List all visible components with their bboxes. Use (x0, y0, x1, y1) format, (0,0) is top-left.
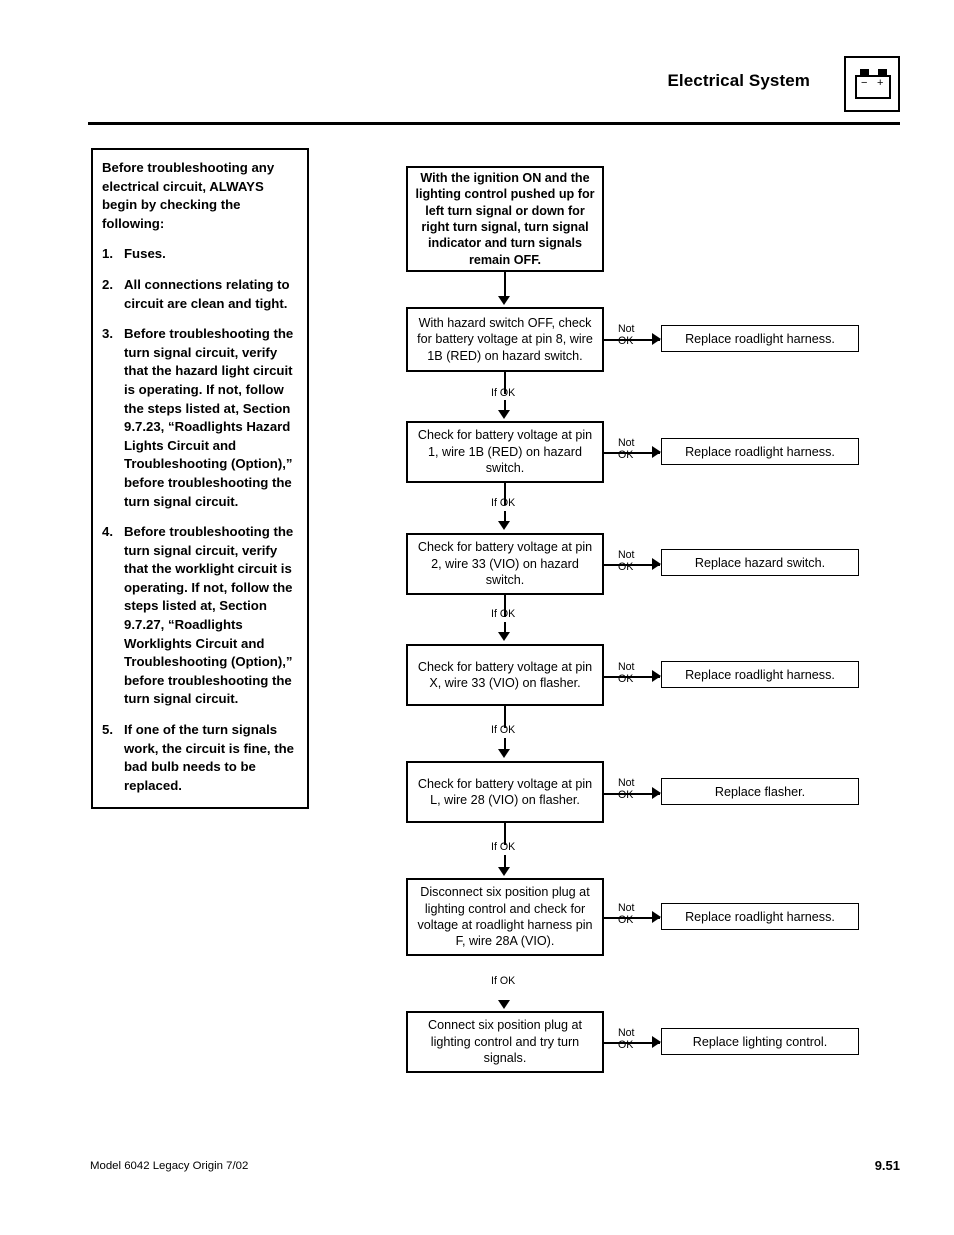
manual-page: Electrical System − + Before troubleshoo… (0, 0, 954, 1235)
flow-check-box: Connect six position plug at lighting co… (406, 1011, 604, 1073)
flow-action-box: Replace roadlight harness. (661, 438, 859, 465)
arrow-right-icon (652, 911, 661, 923)
flow-action-box: Replace roadlight harness. (661, 325, 859, 352)
flow-action-box: Replace roadlight harness. (661, 903, 859, 930)
arrow-down-icon (498, 749, 510, 758)
branch-label-not-ok: Not OK (618, 902, 635, 926)
arrow-right-icon (652, 446, 661, 458)
flow-check-box: Check for battery voltage at pin 1, wire… (406, 421, 604, 483)
flow-action-box: Replace flasher. (661, 778, 859, 805)
arrow-right-icon (652, 787, 661, 799)
arrow-down-icon (498, 1000, 510, 1009)
flow-start-box: With the ignition ON and the lighting co… (406, 166, 604, 272)
branch-label-if-ok: If OK (491, 724, 516, 736)
footer-model-info: Model 6042 Legacy Origin 7/02 (90, 1160, 249, 1172)
branch-label-if-ok: If OK (491, 841, 516, 853)
arrow-down-icon (498, 521, 510, 530)
arrow-right-icon (652, 670, 661, 682)
flow-action-box: Replace hazard switch. (661, 549, 859, 576)
flow-action-box: Replace roadlight harness. (661, 661, 859, 688)
branch-label-line2: OK (618, 913, 634, 926)
branch-label-not-ok: Not OK (618, 323, 635, 347)
branch-label-line2: OK (618, 560, 634, 573)
branch-label-line1: Not (618, 902, 635, 914)
flow-action-box: Replace lighting control. (661, 1028, 859, 1055)
branch-label-line1: Not (618, 777, 635, 789)
branch-label-line1: Not (618, 549, 635, 561)
arrow-down-icon (498, 296, 510, 305)
connector-line (504, 272, 506, 298)
troubleshooting-flowchart: With the ignition ON and the lighting co… (0, 0, 954, 1235)
branch-label-line1: Not (618, 323, 635, 335)
flow-check-box: Check for battery voltage at pin X, wire… (406, 644, 604, 706)
arrow-right-icon (652, 1036, 661, 1048)
branch-label-if-ok: If OK (491, 608, 516, 620)
branch-label-if-ok: If OK (491, 497, 516, 509)
branch-label-not-ok: Not OK (618, 777, 635, 801)
flow-check-box: With hazard switch OFF, check for batter… (406, 307, 604, 372)
flow-check-box: Disconnect six position plug at lighting… (406, 878, 604, 956)
branch-label-not-ok: Not OK (618, 1027, 635, 1051)
branch-label-line1: Not (618, 437, 635, 449)
arrow-right-icon (652, 333, 661, 345)
page-number: 9.51 (874, 1158, 900, 1173)
flow-check-box: Check for battery voltage at pin L, wire… (406, 761, 604, 823)
branch-label-if-ok: If OK (491, 975, 516, 987)
arrow-down-icon (498, 632, 510, 641)
branch-label-line2: OK (618, 448, 634, 461)
branch-label-line1: Not (618, 1027, 635, 1039)
branch-label-if-ok: If OK (491, 387, 516, 399)
branch-label-line2: OK (618, 672, 634, 685)
branch-label-not-ok: Not OK (618, 549, 635, 573)
arrow-down-icon (498, 867, 510, 876)
arrow-right-icon (652, 558, 661, 570)
branch-label-line2: OK (618, 1038, 634, 1051)
branch-label-line1: Not (618, 661, 635, 673)
branch-label-line2: OK (618, 334, 634, 347)
flow-check-box: Check for battery voltage at pin 2, wire… (406, 533, 604, 595)
branch-label-line2: OK (618, 788, 634, 801)
branch-label-not-ok: Not OK (618, 661, 635, 685)
arrow-down-icon (498, 410, 510, 419)
branch-label-not-ok: Not OK (618, 437, 635, 461)
